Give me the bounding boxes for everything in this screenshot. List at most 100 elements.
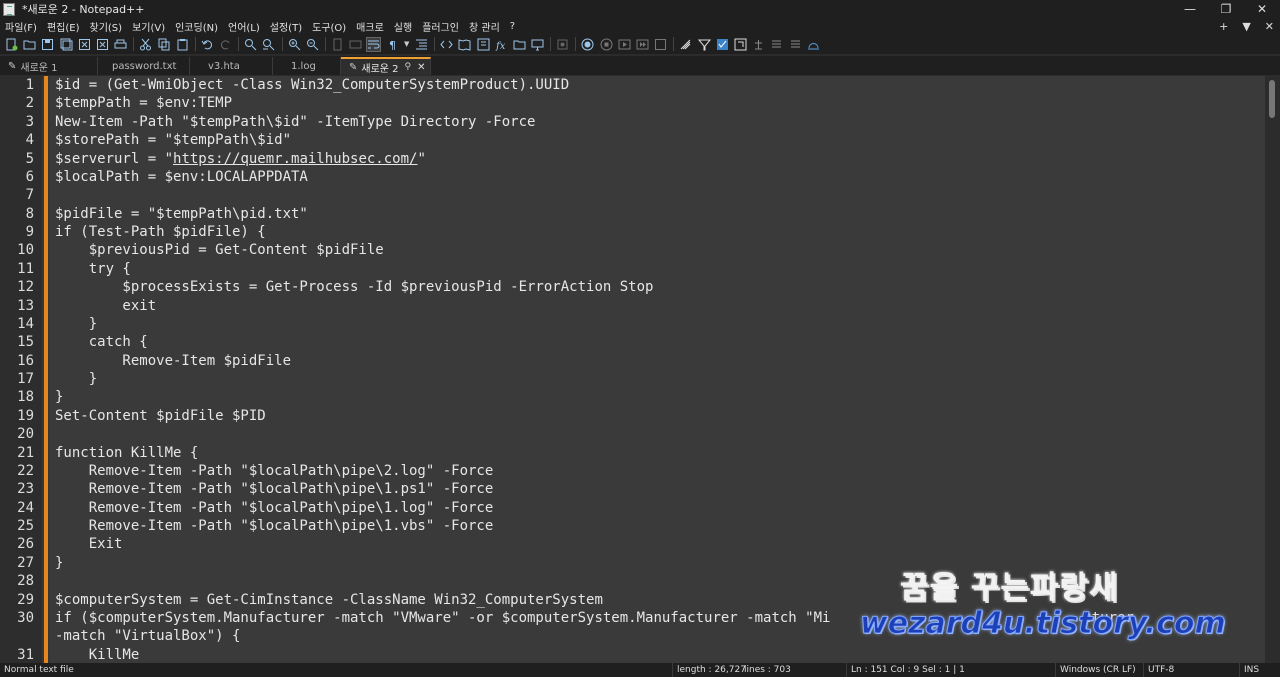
line-number: 27 xyxy=(17,554,34,571)
plugin-tool-icon-5[interactable] xyxy=(751,37,766,52)
save-all-icon[interactable] xyxy=(59,37,74,52)
code-text: New-Item -Path "$tempPath\$id" -ItemType… xyxy=(55,113,536,130)
copy-icon[interactable] xyxy=(157,37,172,52)
record-macro-icon[interactable] xyxy=(580,37,595,52)
play-macro-icon[interactable] xyxy=(617,37,632,52)
save-macro-icon[interactable] xyxy=(653,37,668,52)
open-file-icon[interactable] xyxy=(22,37,37,52)
line-number: 25 xyxy=(17,518,34,534)
close-all-icon[interactable] xyxy=(95,37,110,52)
maximize-button[interactable]: ❐ xyxy=(1208,0,1244,18)
show-all-chars-icon[interactable]: ¶ xyxy=(385,37,400,52)
indent-guide-icon[interactable] xyxy=(414,37,429,52)
redo-icon[interactable] xyxy=(218,37,233,52)
menu-view[interactable]: 보기(V) xyxy=(127,19,170,34)
code-line: 5 $serverurl = "https://quemr.mailhubsec.… xyxy=(0,150,1265,168)
code-line: 27} xyxy=(0,554,1265,572)
menu-window[interactable]: 창 관리 xyxy=(464,19,505,34)
status-encoding[interactable]: UTF-8 xyxy=(1143,663,1239,677)
pin-icon[interactable]: ⚲ xyxy=(405,62,412,72)
plugin-tool-icon-4[interactable] xyxy=(733,37,748,52)
menu-run[interactable]: 실행 xyxy=(389,19,417,34)
menu-language[interactable]: 언어(L) xyxy=(223,19,265,34)
zoom-out-icon[interactable] xyxy=(305,37,320,52)
line-number: 11 xyxy=(17,260,34,277)
menu-help[interactable]: ? xyxy=(505,21,520,32)
run-macro-multiple-icon[interactable] xyxy=(635,37,650,52)
code-line: 2 $tempPath = $env:TEMP xyxy=(0,94,1265,112)
doc-map-icon[interactable] xyxy=(457,37,472,52)
window-controls: — ❐ ✕ xyxy=(1172,0,1280,18)
replace-icon[interactable] xyxy=(261,37,276,52)
code-text: if ($computerSystem.Manufacturer -match … xyxy=(55,609,1134,626)
function-list-icon[interactable] xyxy=(476,37,491,52)
menu-tools[interactable]: 도구(O) xyxy=(307,19,351,34)
save-icon[interactable] xyxy=(40,37,55,52)
undo-icon[interactable] xyxy=(200,37,215,52)
scrollbar-thumb[interactable] xyxy=(1269,80,1275,118)
lang-html-icon[interactable] xyxy=(439,37,454,52)
new-file-icon[interactable] xyxy=(4,37,19,52)
close-icon[interactable] xyxy=(77,37,92,52)
code-text: if (Test-Path $pidFile) { xyxy=(55,224,266,240)
stop-macro-icon[interactable] xyxy=(599,37,614,52)
menu-file[interactable]: 파일(F) xyxy=(0,19,42,34)
close-icon[interactable]: ✕ xyxy=(417,62,425,73)
code-text-segment: $serverurl = " xyxy=(55,150,174,167)
line-number: 19 xyxy=(17,407,34,424)
code-line: 22 Remove-Item -Path "$localPath\pipe\2.… xyxy=(0,462,1265,480)
line-number: 8 xyxy=(25,205,34,222)
url-link[interactable]: https://quemr.mailhubsec.com/ xyxy=(173,151,417,167)
code-line: 19 Set-Content $pidFile $PID xyxy=(0,407,1265,425)
monitor-icon[interactable] xyxy=(530,37,545,52)
line-number: 22 xyxy=(17,462,34,479)
menu-encoding[interactable]: 인코딩(N) xyxy=(170,19,223,34)
print-icon[interactable] xyxy=(113,37,128,52)
line-number: 29 xyxy=(17,591,34,608)
document-monitoring-icon[interactable] xyxy=(555,37,570,52)
plugin-tool-icon-6[interactable] xyxy=(769,37,784,52)
menu-plugins[interactable]: 플러그인 xyxy=(417,19,464,34)
code-line: 31 KillMe xyxy=(0,646,1265,663)
cut-icon[interactable] xyxy=(138,37,153,52)
minimize-button[interactable]: — xyxy=(1172,0,1208,18)
sync-v-icon[interactable] xyxy=(330,37,345,52)
plugin-tool-icon-2[interactable] xyxy=(697,37,712,52)
close-window-button[interactable]: ✕ xyxy=(1244,0,1280,18)
plugin-tool-icon-8[interactable] xyxy=(806,37,821,52)
tab-list-dropdown-icon[interactable]: ▼ xyxy=(1242,20,1250,33)
tab-1-log[interactable]: 1.log xyxy=(273,57,341,75)
menu-edit[interactable]: 편집(E) xyxy=(42,19,85,34)
find-icon[interactable] xyxy=(243,37,258,52)
menu-search[interactable]: 찾기(S) xyxy=(85,19,128,34)
folder-workspace-icon[interactable] xyxy=(512,37,527,52)
toolbar-separator xyxy=(133,37,135,51)
status-eol[interactable]: Windows (CR LF) xyxy=(1055,663,1143,677)
close-doc-icon[interactable]: ✕ xyxy=(1265,20,1274,33)
plugin-tool-icon-3[interactable] xyxy=(715,37,730,52)
editor-pane[interactable]: 1 $id = (Get-WmiObject -Class Win32_Compu… xyxy=(0,76,1280,663)
plugin-tool-icon-1[interactable] xyxy=(678,37,693,52)
menu-settings[interactable]: 설정(T) xyxy=(265,19,307,34)
line-number: 2 xyxy=(25,95,34,112)
tab-new-1[interactable]: ✎ 새로운 1 xyxy=(0,57,98,75)
svg-text:fx: fx xyxy=(495,41,506,51)
status-insert-mode[interactable]: INS xyxy=(1239,663,1280,677)
chevron-down-icon[interactable]: ▼ xyxy=(403,37,411,52)
word-wrap-icon[interactable] xyxy=(366,36,382,52)
fx-icon[interactable]: fx xyxy=(494,37,509,52)
paste-icon[interactable] xyxy=(175,37,190,52)
svg-text:¶: ¶ xyxy=(389,39,396,51)
toolbar-separator xyxy=(434,37,436,51)
zoom-in-icon[interactable] xyxy=(287,37,302,52)
plugin-tool-icon-7[interactable] xyxy=(788,37,803,52)
sync-h-icon[interactable] xyxy=(348,37,363,52)
tab-new-2[interactable]: ✎ 새로운 2 ⚲ ✕ xyxy=(341,57,431,75)
code-line: 20 xyxy=(0,425,1265,443)
vertical-scrollbar[interactable] xyxy=(1265,76,1280,663)
code-text: } xyxy=(55,315,98,332)
tab-v3-hta[interactable]: v3.hta xyxy=(190,57,273,75)
new-tab-plus-icon[interactable]: + xyxy=(1219,20,1228,33)
menu-macro[interactable]: 매크로 xyxy=(351,19,389,34)
tab-password-txt[interactable]: password.txt xyxy=(98,57,190,75)
